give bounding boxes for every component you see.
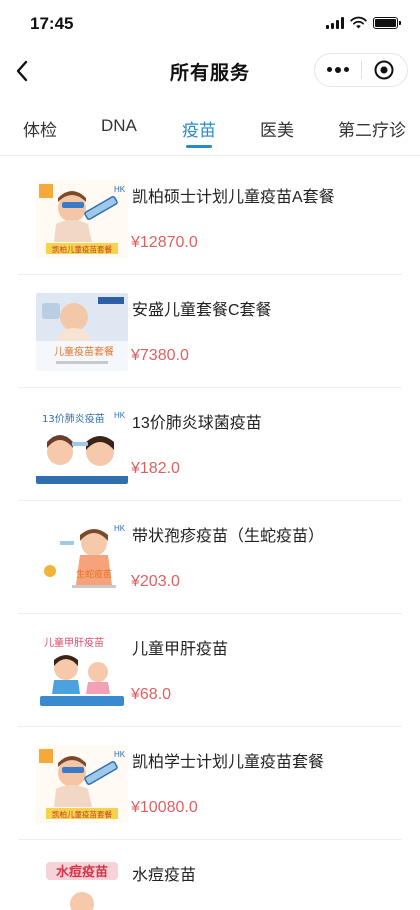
back-button[interactable] — [6, 54, 38, 88]
chickenpox-vaccine-cartoon: 水痘疫苗 — [36, 858, 128, 910]
product-name: 安盛儿童套餐C套餐 — [132, 302, 272, 319]
more-button[interactable] — [315, 54, 361, 86]
status-time: 17:45 — [30, 14, 74, 33]
product-name: 13价肺炎球菌疫苗 — [132, 415, 262, 432]
svg-text:HK: HK — [114, 185, 126, 194]
product-item[interactable]: 儿童疫苗套餐 安盛儿童套餐C套餐 ¥7380.0 — [18, 275, 402, 388]
baby-vaccine-syringe-image: HK 凯柏儿童疫苗套餐 — [36, 180, 128, 258]
product-name: 凯柏学士计划儿童疫苗套餐 — [132, 754, 325, 771]
tab-second-opinion[interactable]: 第二疗诊 — [338, 116, 406, 141]
product-item[interactable]: 水痘疫苗 水痘疫苗 — [18, 840, 402, 910]
wifi-icon — [350, 16, 367, 29]
product-name: 儿童甲肝疫苗 — [132, 641, 229, 658]
product-price: ¥7380.0 — [131, 347, 189, 364]
product-price: ¥68.0 — [131, 686, 172, 703]
tab-vaccine[interactable]: 疫苗 — [182, 116, 216, 141]
product-name: 凯柏硕士计划儿童疫苗A套餐 — [132, 189, 335, 206]
product-item[interactable]: 13价肺炎疫苗 HK 13价肺炎球菌疫苗 ¥182.0 — [18, 388, 402, 501]
svg-text:HK: HK — [114, 524, 126, 533]
category-tabs: 体检 DNA 疫苗 医美 第二疗诊 — [0, 100, 420, 156]
status-bar: 17:45 — [0, 0, 420, 46]
product-name: 带状孢疹疫苗（生蛇疫苗） — [132, 528, 325, 545]
product-item[interactable]: HK 凯柏儿童疫苗套餐 凯柏硕士计划儿童疫苗A套餐 ¥12870.0 — [18, 162, 402, 275]
more-dots-icon — [326, 67, 349, 73]
svg-text:HK: HK — [114, 411, 126, 420]
nav-bar: 所有服务 — [0, 46, 420, 96]
product-price: ¥182.0 — [131, 460, 180, 477]
mini-program-capsule — [314, 53, 408, 87]
battery-icon — [373, 16, 401, 29]
product-list: HK 凯柏儿童疫苗套餐 凯柏硕士计划儿童疫苗A套餐 ¥12870.0 儿童疫苗套… — [18, 162, 402, 910]
svg-text:HK: HK — [114, 750, 126, 759]
product-item[interactable]: HK 生蛇疫苗 带状孢疹疫苗（生蛇疫苗） ¥203.0 — [18, 501, 402, 614]
status-icons — [326, 16, 401, 29]
thumb-caption: 13价肺炎疫苗 — [42, 412, 105, 425]
product-name: 水痘疫苗 — [132, 867, 197, 884]
target-close-icon — [374, 60, 394, 80]
tab-physical-exam[interactable]: 体检 — [23, 116, 57, 141]
thumb-caption: 生蛇疫苗 — [76, 568, 112, 580]
thumb-caption: 凯柏儿童疫苗套餐 — [52, 809, 112, 819]
thumb-caption: 凯柏儿童疫苗套餐 — [52, 244, 112, 254]
product-price: ¥12870.0 — [131, 234, 198, 251]
hepatitis-a-vaccine-cartoon: 儿童甲肝疫苗 — [36, 632, 128, 710]
product-item[interactable]: HK 凯柏儿童疫苗套餐 凯柏学士计划儿童疫苗套餐 ¥10080.0 — [18, 727, 402, 840]
cellular-signal-icon — [326, 16, 344, 29]
product-item[interactable]: 儿童甲肝疫苗 儿童甲肝疫苗 ¥68.0 — [18, 614, 402, 727]
tab-dna[interactable]: DNA — [101, 116, 137, 136]
thumb-caption: 水痘疫苗 — [56, 864, 108, 880]
shingles-vaccine-cartoon: HK 生蛇疫苗 — [36, 519, 128, 597]
product-price: ¥203.0 — [131, 573, 180, 590]
child-vaccine-package-photo: 儿童疫苗套餐 — [36, 293, 128, 371]
thumb-caption: 儿童甲肝疫苗 — [44, 636, 104, 649]
thumb-caption: 儿童疫苗套餐 — [54, 345, 114, 358]
close-mini-program-button[interactable] — [362, 54, 408, 86]
tab-medical-beauty[interactable]: 医美 — [260, 116, 294, 141]
product-price: ¥10080.0 — [131, 799, 198, 816]
chevron-left-icon — [16, 60, 28, 82]
pneumococcal-vaccine-cartoon: 13价肺炎疫苗 HK — [36, 406, 128, 484]
baby-vaccine-syringe-image: HK 凯柏儿童疫苗套餐 — [36, 745, 128, 823]
tab-active-indicator — [186, 145, 212, 148]
